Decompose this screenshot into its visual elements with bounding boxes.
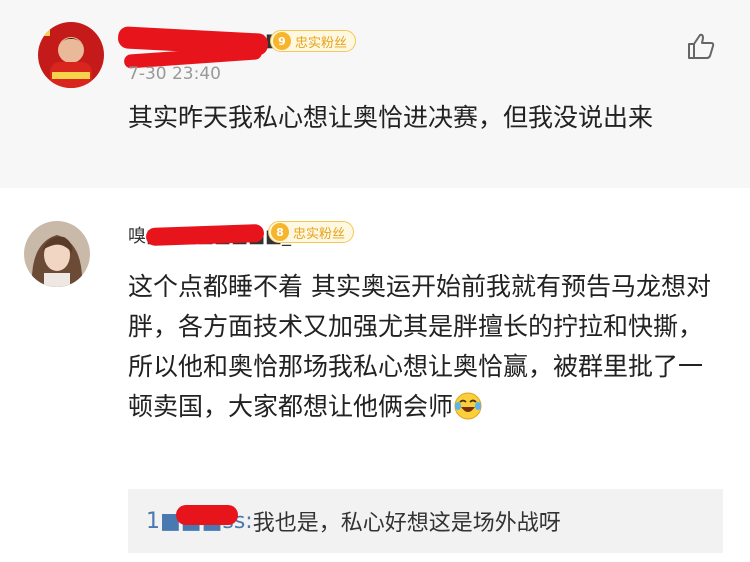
- avatar-image: [38, 22, 104, 88]
- like-button[interactable]: [686, 32, 716, 60]
- comment-text: 这个点都睡不着 其实奥运开始前我就有预告马龙想对胖，各方面技术又加强尤其是胖擅长…: [128, 267, 718, 427]
- fan-level: 9: [273, 32, 291, 50]
- avatar[interactable]: [24, 221, 90, 287]
- fan-badge[interactable]: 8 忠实粉丝: [268, 221, 355, 243]
- laughing-crying-emoji-icon: [454, 392, 482, 420]
- fan-badge-label: 忠实粉丝: [295, 35, 348, 51]
- avatar-image: [24, 221, 90, 287]
- comment-item: 刘■■■■■■■■观 9 忠实粉丝 7-30 23:40 其实昨天我私心想让奥恰…: [0, 0, 750, 188]
- fan-level: 8: [271, 223, 289, 241]
- comment-text-body: 这个点都睡不着 其实奥运开始前我就有预告马龙想对胖，各方面技术又加强尤其是胖擅长…: [128, 272, 711, 421]
- comment-time: 7-30 23:40: [128, 64, 221, 84]
- fan-badge[interactable]: 9 忠实粉丝: [270, 30, 357, 52]
- fan-badge-label: 忠实粉丝: [293, 226, 346, 242]
- comment-item: 嗅■■■■■■■■_ 8 忠实粉丝 这个点都睡不着 其实奥运开始前我就有预告马龙…: [0, 188, 750, 562]
- reply-preview[interactable]: 1■■■ss: 我也是，私心好想这是场外战呀: [128, 489, 723, 553]
- thumbs-up-icon: [688, 33, 715, 59]
- reply-text: 我也是，私心好想这是场外战呀: [252, 511, 561, 536]
- avatar[interactable]: [38, 22, 104, 88]
- comment-text: 其实昨天我私心想让奥恰进决赛，但我没说出来: [128, 103, 654, 132]
- username-redaction: [176, 505, 238, 525]
